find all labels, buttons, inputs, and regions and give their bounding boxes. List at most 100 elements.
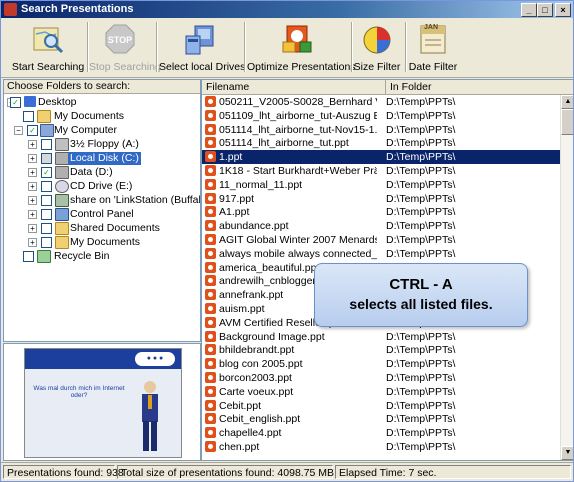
column-header-folder[interactable]: In Folder xyxy=(386,80,573,94)
powerpoint-file-icon xyxy=(205,427,216,439)
status-bar: Presentations found: 938 Total size of p… xyxy=(1,462,573,481)
slide-preview-pane: ● ● ● Was mal durch mich im Internet ode… xyxy=(3,343,201,461)
recycle-bin-icon xyxy=(37,250,51,263)
tree-item-control-panel[interactable]: + Control Panel xyxy=(4,208,194,221)
expand-icon[interactable]: + xyxy=(28,168,37,177)
table-row[interactable]: 051114_lht_airborne_tut-Nov15-1.ppt D:\Te… xyxy=(202,123,560,137)
scroll-up-icon[interactable]: ▲ xyxy=(561,95,573,109)
folder-cell: D:\Temp\PPTs\ xyxy=(386,192,456,205)
scroll-thumb[interactable] xyxy=(561,109,573,135)
filename-cell: chen.ppt xyxy=(219,441,260,453)
table-row[interactable]: Cebit_english.ppt D:\Temp\PPTs\ xyxy=(202,412,560,426)
folder-checkbox[interactable] xyxy=(41,223,52,234)
table-row[interactable]: always mobile always connected_nopw... D:… xyxy=(202,247,560,261)
folder-cell: D:\Temp\PPTs\ xyxy=(386,413,456,426)
tree-item-my-documents-2[interactable]: + My Documents xyxy=(4,236,194,249)
powerpoint-file-icon xyxy=(205,96,216,107)
folder-checkbox[interactable] xyxy=(23,111,34,122)
expand-icon[interactable]: + xyxy=(28,210,37,219)
tree-item-label-selected: Local Disk (C:) xyxy=(68,152,141,165)
table-row[interactable]: Cebit.ppt D:\Temp\PPTs\ xyxy=(202,399,560,413)
expand-icon[interactable]: + xyxy=(28,140,37,149)
table-row[interactable]: chen.ppt D:\Temp\PPTs\ xyxy=(202,440,560,454)
folder-checkbox[interactable] xyxy=(23,251,34,262)
tree-item-cd-drive[interactable]: + CD Drive (E:) xyxy=(4,180,194,193)
powerpoint-file-icon xyxy=(205,399,216,411)
start-searching-button[interactable]: Start Searching xyxy=(9,18,87,76)
expand-icon[interactable]: + xyxy=(28,196,37,205)
floppy-drive-icon xyxy=(55,138,69,151)
table-row[interactable]: A1.ppt D:\Temp\PPTs\ xyxy=(202,205,560,219)
app-icon xyxy=(4,3,17,16)
size-filter-button[interactable]: Size Filter xyxy=(353,18,401,76)
folder-cell: D:\Temp\PPTs\ xyxy=(386,441,456,453)
scroll-down-icon[interactable]: ▼ xyxy=(561,446,573,460)
folder-checkbox[interactable]: ✓ xyxy=(27,125,38,136)
tree-item-my-computer[interactable]: − ✓ My Computer xyxy=(4,124,194,137)
folder-checkbox[interactable] xyxy=(41,195,52,206)
table-row[interactable]: bhildebrandt.ppt D:\Temp\PPTs\ xyxy=(202,343,560,357)
table-row[interactable]: 051109_lht_airborne_tut-Auszug Bernar...… xyxy=(202,109,560,123)
powerpoint-file-icon xyxy=(205,372,216,383)
folder-checkbox[interactable]: ✓ xyxy=(41,167,52,178)
tree-item-label: My Computer xyxy=(54,124,118,136)
toolbar: Start Searching STOP Stop Searching Sele… xyxy=(1,18,573,78)
folder-checkbox[interactable] xyxy=(41,209,52,220)
maximize-button[interactable]: □ xyxy=(537,3,553,17)
optimize-presentations-button[interactable]: Optimize Presentations xyxy=(247,18,356,76)
expand-icon[interactable]: + xyxy=(28,182,37,191)
table-row[interactable]: chapelle4.ppt D:\Temp\PPTs\ xyxy=(202,426,560,440)
tree-item-shared-documents[interactable]: + Shared Documents xyxy=(4,222,194,235)
powerpoint-file-icon xyxy=(205,275,216,287)
callout-shortcut: CTRL - A xyxy=(389,276,453,293)
expand-icon[interactable]: + xyxy=(28,224,37,233)
hard-disk-icon xyxy=(55,166,69,179)
table-row[interactable]: borcon2003.ppt D:\Temp\PPTs\ xyxy=(202,371,560,385)
folder-checkbox[interactable] xyxy=(41,181,52,192)
folder-checkbox[interactable] xyxy=(41,237,52,248)
expand-icon[interactable]: + xyxy=(28,154,37,163)
tree-item-desktop[interactable]: − ✓ Desktop xyxy=(4,96,194,109)
date-filter-button[interactable]: JAN Date Filter xyxy=(407,18,459,76)
list-header: Filename In Folder xyxy=(202,80,573,95)
stop-searching-button[interactable]: STOP Stop Searching xyxy=(89,18,161,76)
table-row-selected[interactable]: 1.ppt D:\Temp\PPTs\ xyxy=(202,150,560,165)
stop-sign-icon: STOP xyxy=(105,24,135,54)
table-row[interactable]: Background Image.ppt D:\Temp\PPTs\ xyxy=(202,330,560,344)
close-button[interactable]: × xyxy=(555,3,571,17)
tree-item-my-documents[interactable]: My Documents xyxy=(4,110,194,123)
table-row[interactable]: blog con 2005.ppt D:\Temp\PPTs\ xyxy=(202,357,560,371)
collapse-icon[interactable]: − xyxy=(14,126,23,135)
column-header-filename[interactable]: Filename xyxy=(202,80,386,94)
folder-tree: − ✓ Desktop My Documents − ✓ My Computer… xyxy=(4,94,200,341)
status-presentations-found: Presentations found: 938 xyxy=(3,465,124,479)
folder-checkbox[interactable] xyxy=(41,139,52,150)
table-row[interactable]: Carte voeux.ppt D:\Temp\PPTs\ xyxy=(202,385,560,399)
filename-cell: 1.ppt xyxy=(219,151,243,164)
tree-item-label: CD Drive (E:) xyxy=(70,180,133,192)
hard-disk-icon xyxy=(55,152,69,165)
expand-icon[interactable]: + xyxy=(28,238,37,247)
table-row[interactable]: 051114_lht_airborne_tut.ppt D:\Temp\PPTs\ xyxy=(202,136,560,150)
pie-chart-icon xyxy=(363,26,391,54)
control-panel-icon xyxy=(55,208,69,221)
select-local-drives-button[interactable]: Select local Drives xyxy=(159,18,245,76)
table-row[interactable]: 11_normal_11.ppt D:\Temp\PPTs\ xyxy=(202,178,560,192)
minimize-button[interactable]: _ xyxy=(521,3,537,17)
table-row[interactable]: 1K18 - Start Burkhardt+Weber Präsent... D… xyxy=(202,164,560,178)
tree-item-local-disk[interactable]: + Local Disk (C:) xyxy=(4,152,194,165)
vertical-scrollbar[interactable]: ▲ ▼ xyxy=(560,95,573,460)
title-bar[interactable]: Search Presentations _ □ × xyxy=(1,1,573,18)
folder-checkbox[interactable] xyxy=(41,153,52,164)
tree-item-network-share[interactable]: + share on 'LinkStation (Buffalo)' (Z xyxy=(4,194,200,207)
slide-thumbnail: ● ● ● Was mal durch mich im Internet ode… xyxy=(24,348,182,458)
tree-item-data-drive[interactable]: + ✓ Data (D:) xyxy=(4,166,194,179)
folder-checkbox[interactable]: ✓ xyxy=(10,97,21,108)
folder-cell: D:\Temp\PPTs\ xyxy=(386,123,456,136)
table-row[interactable]: 050211_V2005-S0028_Bernhard VT In... D:\T… xyxy=(202,95,560,109)
table-row[interactable]: abundance.ppt D:\Temp\PPTs\ xyxy=(202,219,560,233)
table-row[interactable]: AGIT Global Winter 2007 Menards.ppt D:\Te… xyxy=(202,233,560,247)
tree-item-recycle-bin[interactable]: Recycle Bin xyxy=(4,250,194,263)
table-row[interactable]: 917.ppt D:\Temp\PPTs\ xyxy=(202,192,560,206)
tree-item-floppy[interactable]: + 3½ Floppy (A:) xyxy=(4,138,194,151)
